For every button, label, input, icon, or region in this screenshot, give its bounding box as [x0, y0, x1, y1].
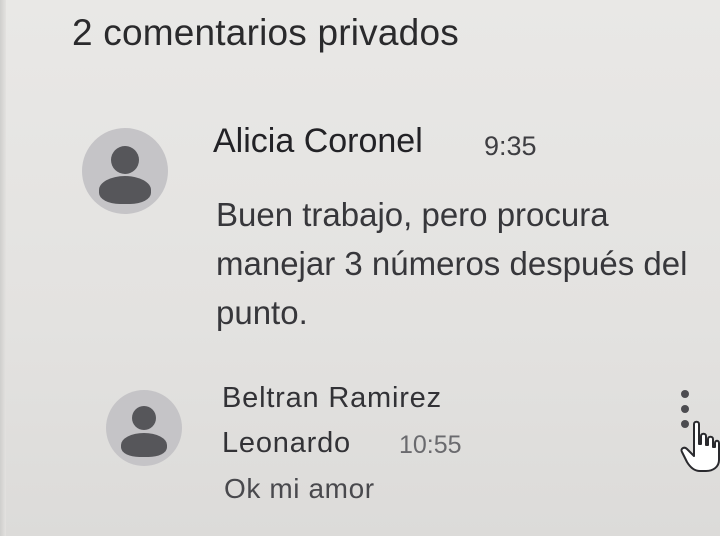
comment-author-continued: Leonardo [222, 427, 351, 459]
private-comments-title: 2 comentarios privados [72, 12, 459, 53]
avatar-head [111, 146, 139, 174]
comment-time: 10:55 [399, 431, 462, 459]
comment-time: 9:35 [484, 131, 537, 161]
comment-author: Beltran Ramirez [222, 382, 442, 414]
hand-pointer-icon [680, 420, 720, 472]
avatar-body [99, 176, 151, 204]
comment-text: Buen trabajo, pero procura manejar 3 núm… [216, 196, 688, 331]
menu-dot [681, 390, 689, 398]
default-avatar-icon[interactable] [106, 390, 182, 466]
comment-author: Alicia Coronel [213, 122, 423, 160]
comment-text: Ok mi amor [224, 473, 375, 504]
avatar-head [132, 406, 156, 430]
avatar-body [121, 433, 167, 457]
menu-dot [681, 405, 689, 413]
panel-edge [0, 0, 6, 536]
private-comments-panel: 2 comentarios privados Alicia Coronel 9:… [0, 0, 720, 536]
default-avatar-icon[interactable] [82, 128, 168, 214]
